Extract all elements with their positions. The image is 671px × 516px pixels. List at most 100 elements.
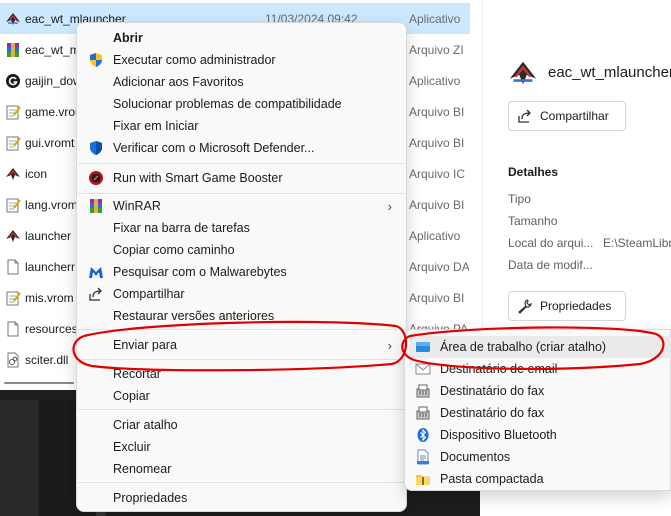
eac-app-icon <box>5 11 21 27</box>
send-to-submenu: Área de trabalho (criar atalho) Destinat… <box>404 329 671 491</box>
menu-item-label: Solucionar problemas de compatibilidade <box>113 97 342 111</box>
menu-item-label: Fixar na barra de tarefas <box>113 221 250 235</box>
send-to-desktop[interactable]: Área de trabalho (criar atalho) <box>409 336 671 358</box>
file-name: icon <box>25 166 48 181</box>
fax-icon <box>414 404 432 422</box>
file-type: Arquivo DA <box>409 259 469 274</box>
detail-label: Tamanho <box>508 214 558 228</box>
menu-item-winrar[interactable]: WinRAR › <box>81 195 402 217</box>
menu-item-malwarebytes[interactable]: Pesquisar com o Malwarebytes <box>81 261 402 283</box>
menu-item-label: Recortar <box>113 367 161 381</box>
game-booster-icon <box>87 169 105 187</box>
winrar-archive-icon <box>5 42 21 58</box>
eac-app-icon <box>5 228 21 244</box>
file-name: sciter.dll <box>25 352 69 367</box>
submenu-item-label: Destinatário do fax <box>440 406 545 420</box>
file-name: gaijin_dow <box>25 73 77 88</box>
detail-label: Data de modif... <box>508 258 593 272</box>
menu-item-cut[interactable]: Recortar <box>81 363 402 385</box>
send-to-mail[interactable]: Destinatário de email <box>409 358 671 380</box>
menu-item-send-to[interactable]: Enviar para › <box>81 334 402 356</box>
menu-item-copy-path[interactable]: Copiar como caminho <box>81 239 402 261</box>
menu-item-label: Fixar em Iniciar <box>113 119 199 133</box>
details-heading: Detalhes <box>508 165 559 179</box>
notepad-file-icon <box>5 135 21 151</box>
eac-app-icon <box>5 166 21 182</box>
send-to-documents[interactable]: Documentos <box>409 446 671 468</box>
menu-item-troubleshoot-compat[interactable]: Solucionar problemas de compatibilidade <box>81 93 402 115</box>
dll-file-icon <box>5 352 21 368</box>
menu-item-label: Compartilhar <box>113 287 185 301</box>
blank-file-icon <box>5 259 21 275</box>
menu-item-pin-start[interactable]: Fixar em Iniciar <box>81 115 402 137</box>
blank-file-icon <box>5 321 21 337</box>
share-icon <box>517 108 533 124</box>
menu-item-share[interactable]: Compartilhar <box>81 283 402 305</box>
wrench-icon <box>517 298 533 314</box>
menu-item-add-favorites[interactable]: Adicionar aos Favoritos <box>81 71 402 93</box>
menu-item-rename[interactable]: Renomear <box>81 458 402 480</box>
file-type: Arquivo BI <box>409 290 465 305</box>
file-type: Arquivo BI <box>409 197 465 212</box>
menu-item-pin-taskbar[interactable]: Fixar na barra de tarefas <box>81 217 402 239</box>
file-type: Aplicativo <box>409 11 461 26</box>
menu-item-label: Excluir <box>113 440 151 454</box>
properties-button[interactable]: Propriedades <box>508 291 626 321</box>
chevron-right-icon: › <box>387 337 392 353</box>
file-type: Arquivo ZI <box>409 42 464 57</box>
menu-item-label: WinRAR <box>113 199 161 213</box>
send-to-zip[interactable]: Pasta compactada <box>409 468 671 490</box>
file-name: launcherr <box>25 259 76 274</box>
menu-item-label: Enviar para <box>113 338 177 352</box>
chevron-right-icon: › <box>387 198 392 214</box>
file-type: Arquivo IC <box>409 166 466 181</box>
send-to-fax[interactable]: Destinatário do fax <box>409 380 671 402</box>
menu-item-properties[interactable]: Propriedades <box>81 487 402 509</box>
details-pane: eac_wt_mlauncher Compartilhar Detalhes T… <box>482 0 671 330</box>
menu-item-game-booster[interactable]: Run with Smart Game Booster <box>81 167 402 189</box>
send-to-bluetooth[interactable]: Dispositivo Bluetooth <box>409 424 671 446</box>
details-title: eac_wt_mlauncher <box>548 64 671 81</box>
share-label: Compartilhar <box>540 109 609 123</box>
submenu-item-label: Área de trabalho (criar atalho) <box>440 340 607 354</box>
share-button[interactable]: Compartilhar <box>508 101 626 131</box>
properties-label: Propriedades <box>540 299 612 313</box>
eac-app-icon <box>508 58 538 88</box>
defender-shield-icon <box>87 139 105 157</box>
zip-folder-icon <box>414 470 432 488</box>
menu-separator <box>78 163 407 164</box>
file-name: launcher <box>25 228 72 243</box>
desktop-icon <box>414 338 432 356</box>
menu-item-label: Copiar <box>113 389 150 403</box>
menu-item-label: Pesquisar com o Malwarebytes <box>113 265 287 279</box>
context-menu: Abrir Executar como administrador Adicio… <box>76 22 407 512</box>
file-name: resources <box>25 321 77 336</box>
detail-label: Tipo <box>508 192 531 206</box>
menu-item-label: Criar atalho <box>113 418 178 432</box>
horizontal-scrollbar[interactable] <box>4 382 74 384</box>
menu-separator <box>78 409 407 410</box>
notepad-file-icon <box>5 290 21 306</box>
share-icon <box>87 285 105 303</box>
detail-label: Local do arqui... <box>508 236 594 250</box>
file-name: eac_wt_m <box>25 42 77 57</box>
menu-item-label: Copiar como caminho <box>113 243 235 257</box>
menu-item-label: Adicionar aos Favoritos <box>113 75 244 89</box>
notepad-file-icon <box>5 197 21 213</box>
submenu-item-label: Pasta compactada <box>440 472 544 486</box>
menu-item-delete[interactable]: Excluir <box>81 436 402 458</box>
menu-item-run-as-admin[interactable]: Executar como administrador <box>81 49 402 71</box>
fax-icon <box>414 382 432 400</box>
file-type: Aplicativo <box>409 73 461 88</box>
menu-item-label: Executar como administrador <box>113 53 276 67</box>
menu-item-create-shortcut[interactable]: Criar atalho <box>81 414 402 436</box>
menu-item-open[interactable]: Abrir <box>81 27 402 49</box>
menu-item-scan-defender[interactable]: Verificar com o Microsoft Defender... <box>81 137 402 159</box>
send-to-fax[interactable]: Destinatário do fax <box>409 402 671 424</box>
menu-item-restore-versions[interactable]: Restaurar versões anteriores <box>81 305 402 327</box>
detail-value: E:\SteamLibra <box>603 236 671 250</box>
menu-item-copy[interactable]: Copiar <box>81 385 402 407</box>
file-type: Arquivo BI <box>409 135 465 150</box>
menu-item-label: Renomear <box>113 462 172 476</box>
gaijin-app-icon <box>5 73 21 89</box>
